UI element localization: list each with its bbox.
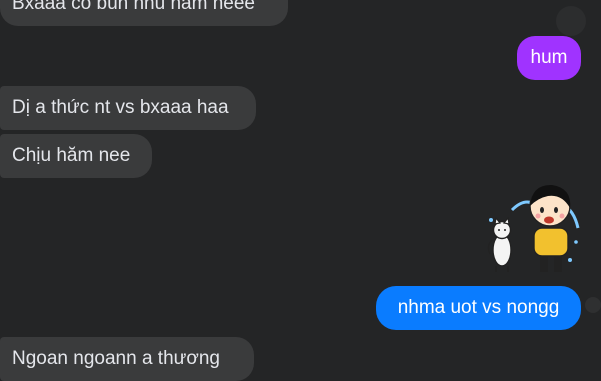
message-thread: Bxaaa có bùn nhu nam neee hum Dị a thức …: [0, 0, 601, 381]
message-incoming[interactable]: Dị a thức nt vs bxaaa haa: [0, 86, 256, 130]
message-incoming[interactable]: Ngoan ngoann a thương: [0, 337, 254, 381]
message-incoming[interactable]: Bxaaa có bùn nhu nam neee: [0, 0, 288, 26]
crying-kid-and-cat-sticker[interactable]: [482, 180, 582, 280]
read-receipt-icon: [585, 297, 601, 313]
message-text: hum: [530, 47, 568, 68]
message-text: Dị a thức nt vs bxaaa haa: [12, 97, 229, 118]
message-text: Ngoan ngoann a thương: [12, 348, 220, 369]
message-outgoing[interactable]: hum: [517, 36, 581, 80]
message-outgoing[interactable]: nhma uot vs nongg: [376, 286, 581, 330]
message-text: Bxaaa có bùn nhu nam neee: [12, 0, 255, 14]
message-text: nhma uot vs nongg: [397, 297, 560, 318]
message-incoming[interactable]: Chịu hăm nee: [0, 134, 152, 178]
message-text: Chịu hăm nee: [12, 145, 131, 166]
scroll-down-icon[interactable]: [556, 6, 586, 36]
